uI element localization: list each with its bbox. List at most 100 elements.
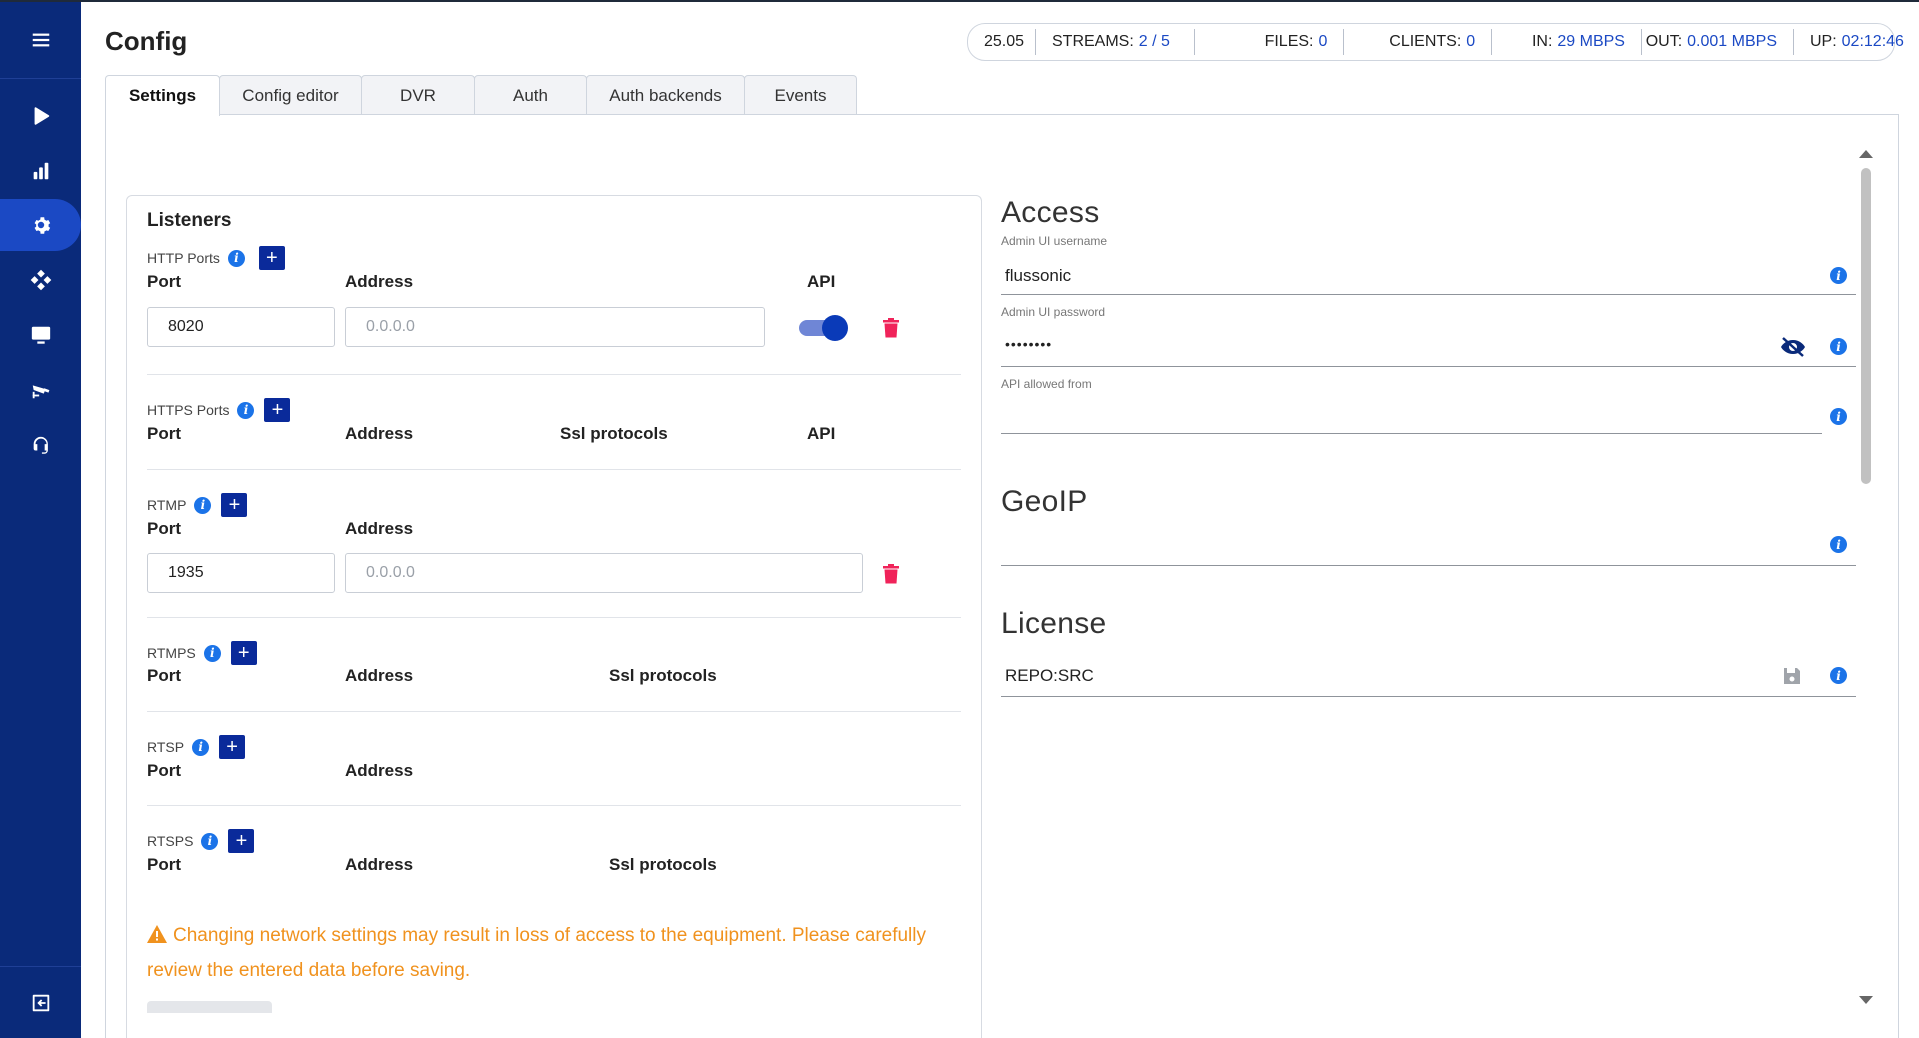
sidebar-item-cameras[interactable] <box>0 364 81 416</box>
tab-settings[interactable]: Settings <box>105 75 220 116</box>
files-label: FILES: <box>1264 33 1314 50</box>
rtsps-section: RTSPS i + <box>147 829 255 853</box>
add-rtmps-port-button[interactable]: + <box>230 641 257 665</box>
scroll-up-arrow-icon[interactable] <box>1859 150 1873 158</box>
http-address-input[interactable]: 0.0.0.0 <box>345 307 765 347</box>
add-rtsp-port-button[interactable]: + <box>219 735 246 759</box>
files-value: 0 <box>1318 33 1328 50</box>
col-ssl-protocols: Ssl protocols <box>609 666 717 685</box>
access-title: Access <box>1001 196 1100 229</box>
tab-config-editor[interactable]: Config editor <box>219 75 362 115</box>
logout-icon <box>32 994 49 1012</box>
sidebar-item-config[interactable] <box>0 199 81 251</box>
tab-events[interactable]: Events <box>744 75 857 115</box>
headset-icon <box>33 436 48 454</box>
add-rtsps-port-button[interactable]: + <box>228 829 255 853</box>
info-icon[interactable]: i <box>1830 267 1847 284</box>
section-divider <box>147 711 961 712</box>
uptime-label: UP: <box>1809 33 1837 50</box>
eye-off-icon[interactable] <box>1780 337 1806 357</box>
info-icon[interactable]: i <box>201 832 219 850</box>
info-icon[interactable]: i <box>1830 667 1847 684</box>
section-divider <box>147 617 961 618</box>
license-input[interactable]: REPO:SRC <box>1005 666 1094 686</box>
info-icon[interactable]: i <box>203 644 221 662</box>
uptime-stat: UP: 02:12:46 <box>1794 29 1904 55</box>
admin-password-input[interactable]: •••••••• <box>1005 336 1052 352</box>
https-ports-label: HTTPS Ports <box>147 402 230 418</box>
admin-username-label: Admin UI username <box>1001 234 1108 248</box>
col-ssl-protocols: Ssl protocols <box>609 855 717 874</box>
listeners-card: Listeners HTTP Ports i + Port Address AP… <box>126 195 982 1038</box>
http-api-toggle[interactable] <box>799 315 848 341</box>
rtmp-port-input[interactable]: 1935 <box>147 553 335 593</box>
warning-icon <box>147 925 167 943</box>
rtmp-address-input[interactable]: 0.0.0.0 <box>345 553 863 593</box>
page-title: Config <box>105 26 188 56</box>
info-icon[interactable]: i <box>1830 408 1847 425</box>
sidebar-item-monitor[interactable] <box>0 309 81 361</box>
add-http-port-button[interactable]: + <box>258 246 285 270</box>
save-icon[interactable] <box>1783 667 1801 685</box>
tab-panel-border <box>1898 114 1899 1038</box>
tab-auth[interactable]: Auth <box>474 75 587 115</box>
trash-icon[interactable] <box>883 318 899 338</box>
tab-auth-backends[interactable]: Auth backends <box>586 75 745 115</box>
save-button[interactable] <box>147 1001 272 1013</box>
sidebar-divider <box>0 966 81 967</box>
col-ssl-protocols: Ssl protocols <box>560 424 668 443</box>
info-icon[interactable]: i <box>227 249 245 267</box>
streams-label: STREAMS: <box>1052 33 1134 50</box>
in-value: 29 MBPS <box>1557 33 1625 50</box>
http-ports-section: HTTP Ports i + <box>147 246 285 270</box>
sidebar <box>0 2 81 1038</box>
camera-icon <box>32 385 49 399</box>
sidebar-divider <box>0 78 81 79</box>
add-https-port-button[interactable]: + <box>264 398 291 422</box>
add-rtmp-port-button[interactable]: + <box>221 493 248 517</box>
menu-button[interactable] <box>0 14 81 66</box>
stats-icon <box>33 162 48 180</box>
monitor-icon <box>31 326 50 344</box>
rtmps-label: RTMPS <box>147 645 196 661</box>
col-port: Port <box>147 666 181 685</box>
trash-icon[interactable] <box>883 564 899 584</box>
files-stat[interactable]: FILES: 0 <box>1195 29 1345 55</box>
info-icon[interactable]: i <box>237 401 255 419</box>
col-address: Address <box>345 761 414 780</box>
tab-dvr[interactable]: DVR <box>361 75 475 115</box>
geoip-title: GeoIP <box>1001 485 1088 518</box>
out-label: OUT: <box>1645 33 1683 50</box>
col-port: Port <box>147 424 181 443</box>
col-port: Port <box>147 272 181 291</box>
col-address: Address <box>345 666 414 685</box>
scroll-down-arrow-icon[interactable] <box>1859 996 1873 1004</box>
puzzle-icon <box>30 269 51 291</box>
col-port: Port <box>147 855 181 874</box>
http-port-input[interactable]: 8020 <box>147 307 335 347</box>
info-icon[interactable]: i <box>1830 338 1847 355</box>
info-icon[interactable]: i <box>192 738 210 756</box>
rtmp-label: RTMP <box>147 497 187 513</box>
in-label: IN: <box>1531 33 1553 50</box>
scrollbar-thumb[interactable] <box>1861 168 1871 484</box>
sidebar-item-streams[interactable] <box>0 90 81 142</box>
toggle-knob <box>822 315 848 341</box>
col-address: Address <box>345 272 414 291</box>
logout-button[interactable] <box>0 977 81 1029</box>
sidebar-item-stats[interactable] <box>0 145 81 197</box>
streams-stat[interactable]: STREAMS: 2 / 5 <box>1036 29 1195 55</box>
out-value: 0.001 MBPS <box>1687 33 1777 50</box>
admin-username-input[interactable]: flussonic <box>1005 266 1071 286</box>
listeners-title: Listeners <box>147 210 232 231</box>
sidebar-item-plugins[interactable] <box>0 254 81 306</box>
out-stat: OUT: 0.001 MBPS <box>1642 29 1794 55</box>
rtmp-section: RTMP i + <box>147 493 248 517</box>
version-stat: 25.05 <box>968 29 1036 55</box>
info-icon[interactable]: i <box>194 496 212 514</box>
sidebar-item-support[interactable] <box>0 419 81 471</box>
info-icon[interactable]: i <box>1830 536 1847 553</box>
clients-stat[interactable]: CLIENTS: 0 <box>1344 29 1493 55</box>
rtsp-label: RTSP <box>147 739 185 755</box>
col-address: Address <box>345 855 414 874</box>
